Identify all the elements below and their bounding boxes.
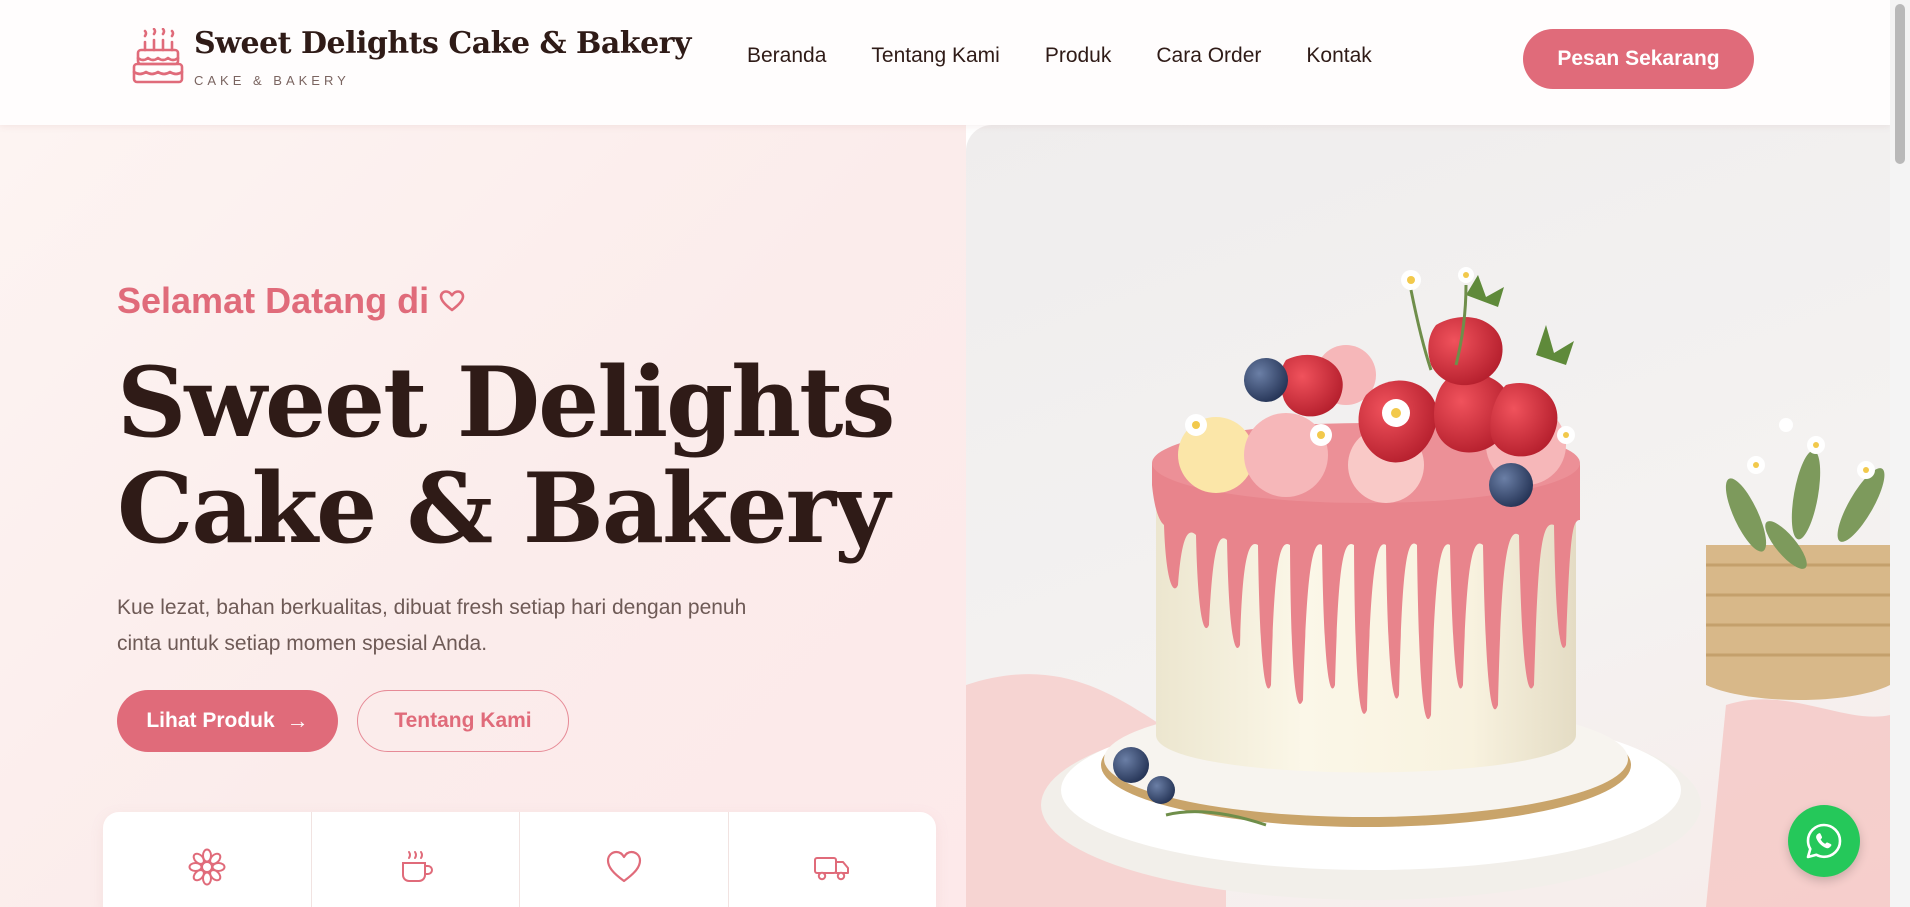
feature-card [520,812,729,907]
view-products-button[interactable]: Lihat Produk → [117,690,338,752]
whatsapp-button[interactable] [1788,805,1860,877]
order-now-button[interactable]: Pesan Sekarang [1523,29,1754,89]
page-scrollbar[interactable] [1890,0,1910,907]
hero-cake-image [966,125,1890,907]
view-products-label: Lihat Produk [146,709,275,732]
hero-description: Kue lezat, bahan berkualitas, dibuat fre… [117,596,747,655]
heart-icon [439,290,465,312]
scrollbar-thumb[interactable] [1895,4,1905,164]
feature-card [103,812,312,907]
flower-icon [188,848,226,886]
feature-card [729,812,937,907]
nav-item-tentang-kami[interactable]: Tentang Kami [871,44,999,68]
nav-item-produk[interactable]: Produk [1045,44,1112,68]
nav-item-beranda[interactable]: Beranda [747,44,826,68]
site-header: Sweet Delights Cake & Bakery CAKE & BAKE… [0,0,1890,125]
arrow-right-icon: → [286,708,309,733]
birthday-cake-icon [132,28,184,84]
brand-logo[interactable]: Sweet Delights Cake & Bakery CAKE & BAKE… [132,26,691,88]
hero-welcome: Selamat Datang di [117,280,465,322]
hero-title-line-2: Cake & Bakery [117,452,890,565]
about-us-button[interactable]: Tentang Kami [357,690,569,752]
heart-icon [606,850,641,883]
coffee-cup-icon [402,851,434,882]
brand-name: Sweet Delights Cake & Bakery [194,26,691,61]
delivery-truck-icon [814,857,850,881]
nav-item-cara-order[interactable]: Cara Order [1156,44,1261,68]
hero-welcome-text: Selamat Datang di [117,280,430,321]
nav-item-kontak[interactable]: Kontak [1306,44,1371,68]
feature-cards [103,812,936,907]
brand-tagline: CAKE & BAKERY [194,73,350,88]
whatsapp-icon [1806,823,1842,859]
hero-title-line-1: Sweet Delights [117,346,895,459]
hero-title: Sweet Delights Cake & Bakery [117,346,895,565]
cake-illustration [966,267,1890,907]
main-nav: Beranda Tentang Kami Produk Cara Order K… [747,44,1417,68]
feature-card [312,812,520,907]
